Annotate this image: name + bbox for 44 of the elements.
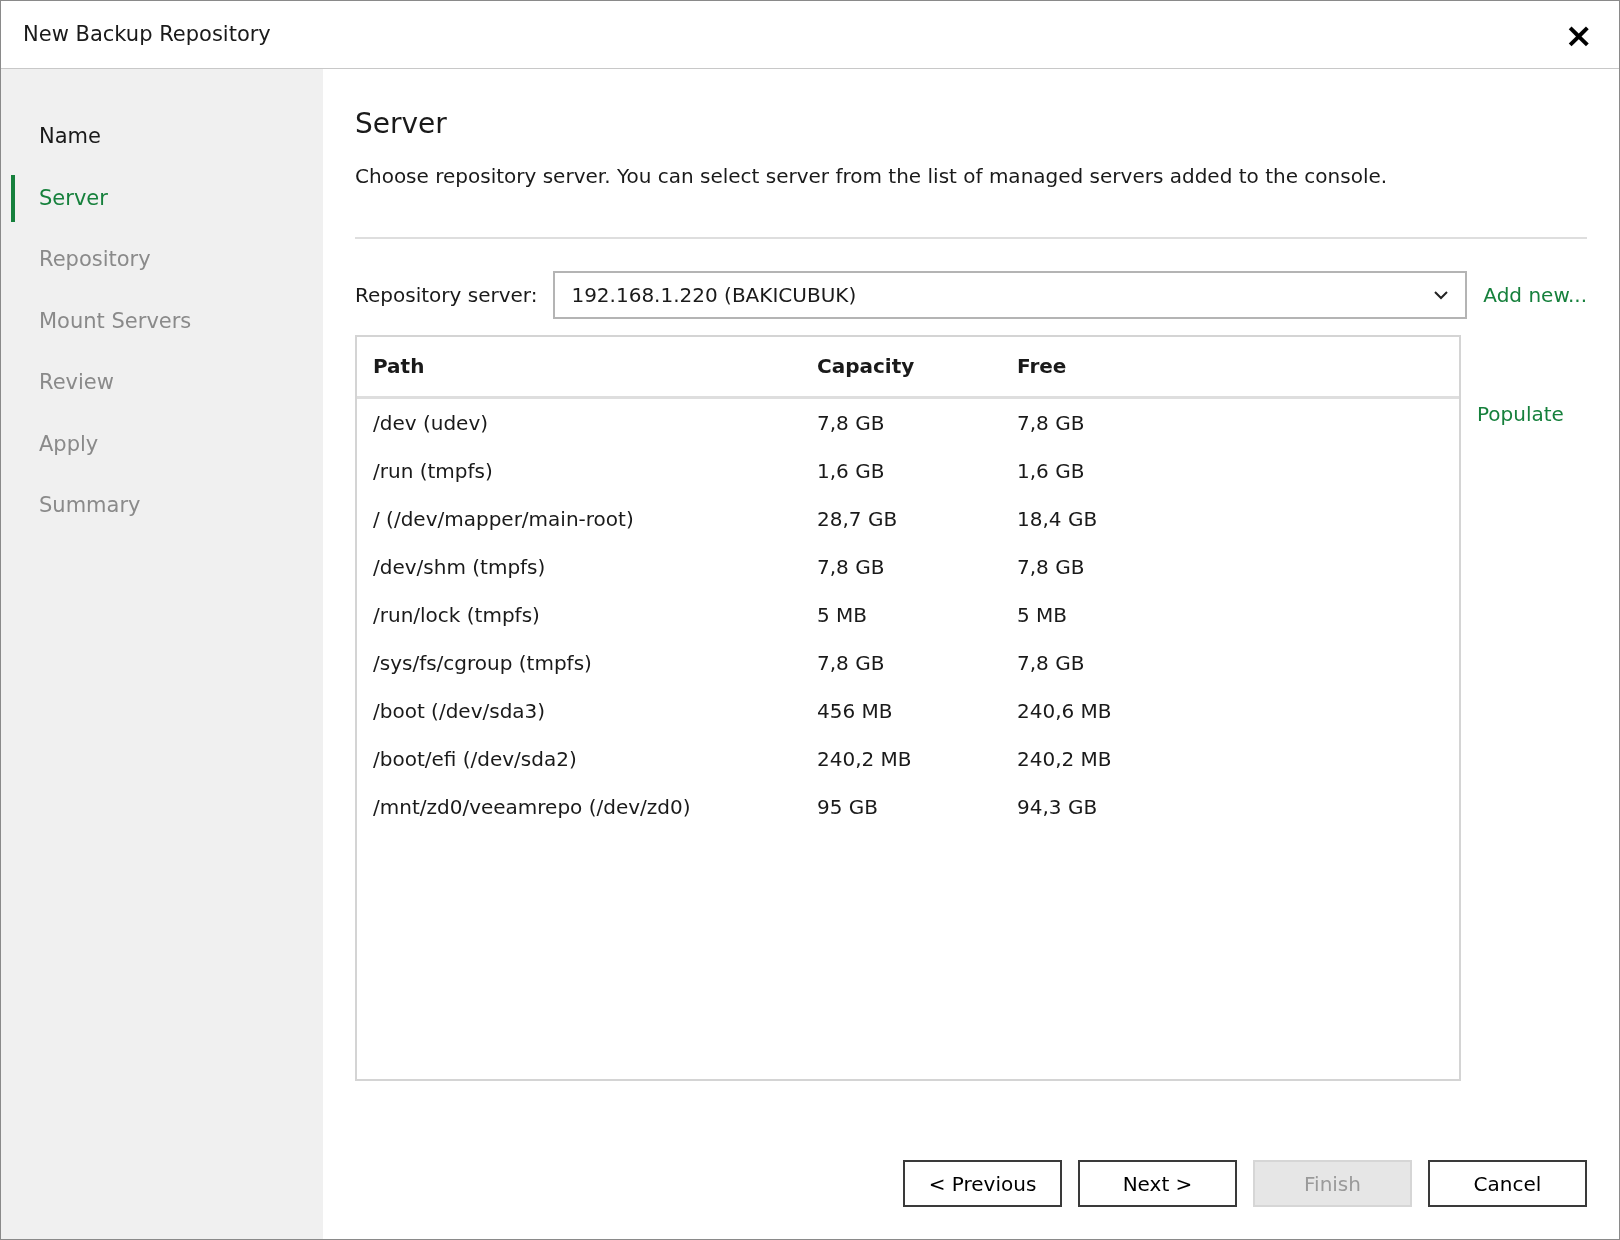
field-label: Repository server: bbox=[355, 281, 538, 309]
wizard-button[interactable]: < Previous bbox=[903, 1160, 1062, 1207]
page-description: Choose repository server. You can select server from the list of managed servers added to the console. bbox=[355, 162, 1389, 190]
server-dropdown[interactable]: 192.168.1.220 (BAKICUBUK) bbox=[553, 270, 1468, 319]
table-cell-text: /run/lock (tmpfs) bbox=[372, 601, 541, 629]
sidebar-step[interactable]: Server bbox=[11, 174, 108, 222]
table-cell-text: 7,8 GB bbox=[817, 553, 886, 581]
chevron-down-icon bbox=[1433, 289, 1450, 300]
table-cell-text: /boot/efi (/dev/sda2) bbox=[372, 745, 578, 773]
table-cell-text: 456 MB bbox=[817, 697, 894, 725]
page-heading: Server bbox=[355, 107, 448, 141]
add-new-link[interactable]: Add new... bbox=[1483, 279, 1587, 310]
wizard-button[interactable]: Cancel bbox=[1428, 1160, 1587, 1207]
table-cell-text: /dev/shm (tmpfs) bbox=[372, 553, 547, 581]
table-cell-text: 1,6 GB bbox=[1017, 457, 1086, 485]
table-cell-text: 7,8 GB bbox=[1017, 409, 1086, 437]
table-cell-text: 5 MB bbox=[1017, 601, 1069, 629]
table-cell-text: /dev (udev) bbox=[372, 409, 490, 437]
table-cell-text: 7,8 GB bbox=[1017, 553, 1086, 581]
table-cell-text: 1,6 GB bbox=[817, 457, 886, 485]
table-cell-text: 95 GB bbox=[817, 793, 880, 821]
table-cell-text: 240,6 MB bbox=[1017, 697, 1113, 725]
table-cell-text: 7,8 GB bbox=[1017, 649, 1086, 677]
close-button[interactable]: × bbox=[1560, 17, 1597, 52]
table-cell-text: 240,2 MB bbox=[1017, 745, 1113, 773]
sidebar-step[interactable]: Name bbox=[11, 113, 101, 161]
populate-link[interactable]: Populate bbox=[1477, 401, 1564, 426]
table-cell-text: 28,7 GB bbox=[817, 505, 899, 533]
column-header: Capacity bbox=[817, 353, 916, 381]
table-cell-text: 240,2 MB bbox=[817, 745, 913, 773]
table-cell-text: / (/dev/mapper/main-root) bbox=[372, 505, 635, 533]
table-cell-text: 5 MB bbox=[817, 601, 869, 629]
table-cell-text: /boot (/dev/sda3) bbox=[372, 697, 547, 725]
column-header: Path bbox=[372, 353, 426, 381]
column-header: Free bbox=[1017, 353, 1068, 381]
table-cell-text: /run (tmpfs) bbox=[372, 457, 494, 485]
table-cell-text: 94,3 GB bbox=[1017, 793, 1099, 821]
window-title: New Backup Repository bbox=[23, 20, 271, 48]
table-cell-text: 7,8 GB bbox=[817, 649, 886, 677]
table-cell-text: 18,4 GB bbox=[1017, 505, 1099, 533]
table-cell-text: /sys/fs/cgroup (tmpfs) bbox=[372, 649, 593, 677]
wizard-button[interactable]: Next > bbox=[1078, 1160, 1237, 1207]
table-cell-text: 7,8 GB bbox=[817, 409, 886, 437]
table-cell-text: /mnt/zd0/veeamrepo (/dev/zd0) bbox=[372, 793, 692, 821]
